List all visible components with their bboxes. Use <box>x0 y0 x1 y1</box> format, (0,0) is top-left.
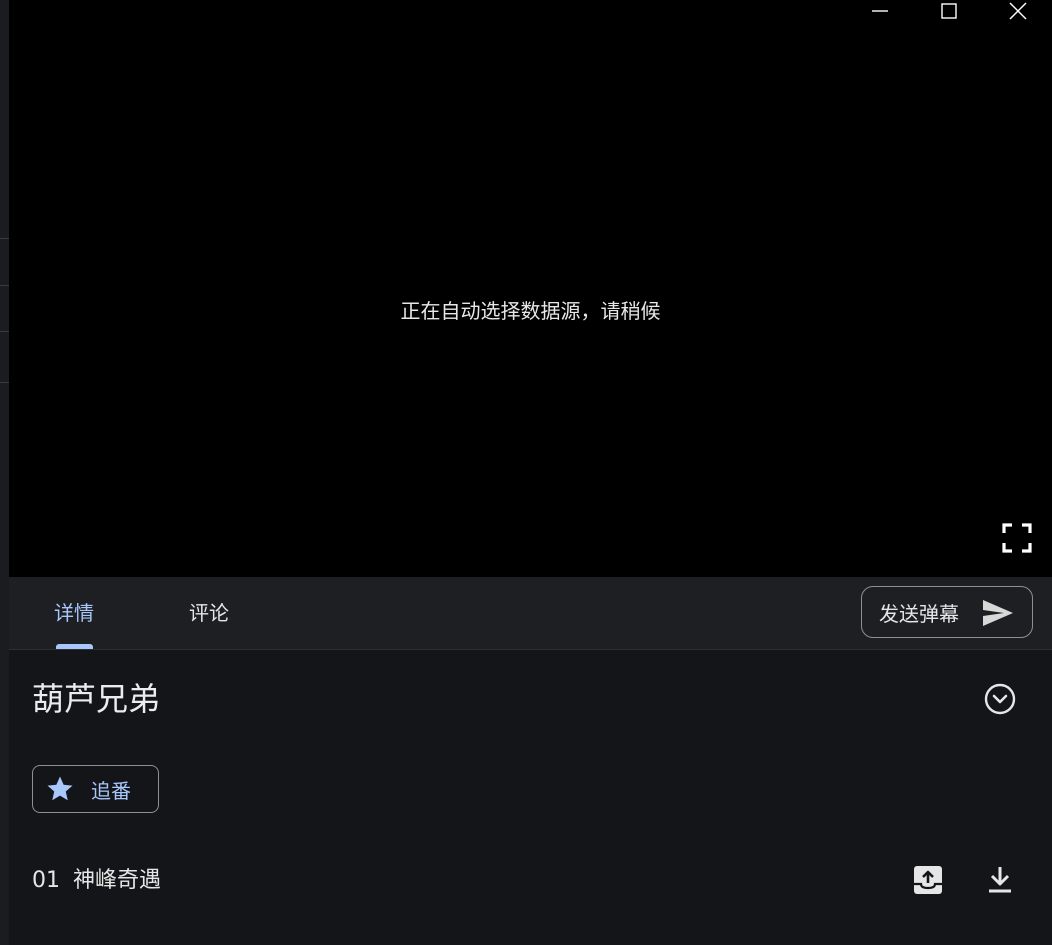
detail-panel: 详情 评论 发送弹幕 葫芦兄弟 追番 01 神峰奇遇 <box>9 577 1052 945</box>
divider <box>0 285 9 286</box>
video-player[interactable]: 正在自动选择数据源，请稍候 <box>9 0 1052 577</box>
star-icon <box>47 776 73 801</box>
follow-label: 追番 <box>91 778 131 803</box>
minimize-icon <box>871 10 888 12</box>
expand-details-button[interactable] <box>983 682 1017 716</box>
maximize-button[interactable] <box>914 0 983 22</box>
send-icon <box>983 600 1013 626</box>
tab-details[interactable]: 详情 <box>54 599 94 627</box>
background-window-edge <box>0 0 9 945</box>
anime-title: 葫芦兄弟 <box>32 680 161 718</box>
divider <box>0 238 9 239</box>
maximize-icon <box>940 3 957 19</box>
fullscreen-icon <box>1002 523 1032 553</box>
episode-title: 神峰奇遇 <box>73 868 162 893</box>
divider <box>0 382 9 383</box>
chevron-down-circle-icon <box>984 683 1016 715</box>
app-window: 正在自动选择数据源，请稍候 详情 评论 发送弹幕 葫芦兄弟 追番 01 神峰奇遇 <box>0 0 1052 945</box>
episode-item[interactable]: 01 神峰奇遇 <box>9 853 1052 909</box>
send-danmaku-label: 发送弹幕 <box>879 601 959 626</box>
cast-button[interactable] <box>911 863 945 897</box>
active-tab-indicator <box>56 644 93 649</box>
window-controls <box>845 0 1052 22</box>
download-icon <box>989 867 1011 893</box>
episode-number: 01 <box>32 868 60 893</box>
player-status-text: 正在自动选择数据源，请稍候 <box>400 299 661 323</box>
divider <box>0 331 9 332</box>
close-icon <box>1008 2 1027 20</box>
close-button[interactable] <box>983 0 1052 22</box>
fullscreen-button[interactable] <box>1001 522 1033 554</box>
follow-button[interactable]: 追番 <box>32 765 159 813</box>
tab-comments[interactable]: 评论 <box>189 599 229 627</box>
tab-bar: 详情 评论 发送弹幕 <box>9 577 1052 650</box>
minimize-button[interactable] <box>845 0 914 22</box>
send-danmaku-button[interactable]: 发送弹幕 <box>861 586 1033 638</box>
download-button[interactable] <box>983 863 1017 897</box>
upload-tray-icon <box>914 866 942 894</box>
